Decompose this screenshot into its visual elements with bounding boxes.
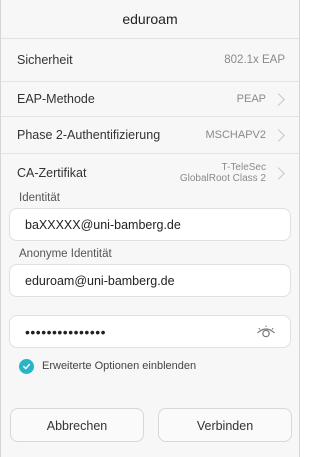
security-label: Sicherheit <box>17 53 73 67</box>
advanced-options-toggle[interactable]: Erweiterte Optionen einblenden <box>1 354 299 378</box>
ca-certificate-row[interactable]: CA-Zertifikat T-TeleSec GlobalRoot Class… <box>1 154 299 192</box>
ca-certificate-value: T-TeleSec GlobalRoot Class 2 <box>180 162 266 184</box>
identity-input[interactable]: baXXXXX@uni-bamberg.de <box>9 208 291 241</box>
phase2-auth-label: Phase 2-Authentifizierung <box>17 128 161 142</box>
checkmark-icon[interactable] <box>19 358 34 374</box>
connect-button[interactable]: Verbinden <box>158 408 292 442</box>
dialog-title: eduroam <box>1 0 299 39</box>
advanced-options-label: Erweiterte Optionen einblenden <box>42 360 197 372</box>
password-input[interactable]: ••••••••••••••• <box>9 315 291 348</box>
anonymous-identity-label: Anonyme Identität <box>19 248 112 260</box>
ca-certificate-label: CA-Zertifikat <box>17 166 87 180</box>
security-row: Sicherheit 802.1x EAP <box>1 39 299 82</box>
identity-value: baXXXXX@uni-bamberg.de <box>25 217 181 232</box>
cancel-button[interactable]: Abbrechen <box>10 408 144 442</box>
chevron-right-icon <box>272 128 285 142</box>
phase2-auth-value: MSCHAPV2 <box>205 129 266 141</box>
eye-icon[interactable] <box>256 325 276 339</box>
identity-label: Identität <box>19 192 60 204</box>
dialog-actions: Abbrechen Verbinden <box>1 408 301 442</box>
eap-method-value: PEAP <box>236 93 266 105</box>
chevron-right-icon <box>272 166 285 180</box>
eap-method-row[interactable]: EAP-Methode PEAP <box>1 82 299 117</box>
security-value: 802.1x EAP <box>224 54 285 66</box>
phase2-auth-row[interactable]: Phase 2-Authentifizierung MSCHAPV2 <box>1 117 299 154</box>
chevron-right-icon <box>272 92 285 106</box>
password-masked-value: ••••••••••••••• <box>25 323 107 340</box>
ca-certificate-value-line1: T-TeleSec <box>221 162 266 173</box>
anonymous-identity-value: eduroam@uni-bamberg.de <box>25 273 175 288</box>
wifi-config-dialog: eduroam Sicherheit 802.1x EAP EAP-Method… <box>0 0 300 457</box>
anonymous-identity-input[interactable]: eduroam@uni-bamberg.de <box>9 264 291 297</box>
eap-method-label: EAP-Methode <box>17 92 95 106</box>
ca-certificate-value-line2: GlobalRoot Class 2 <box>179 173 266 184</box>
